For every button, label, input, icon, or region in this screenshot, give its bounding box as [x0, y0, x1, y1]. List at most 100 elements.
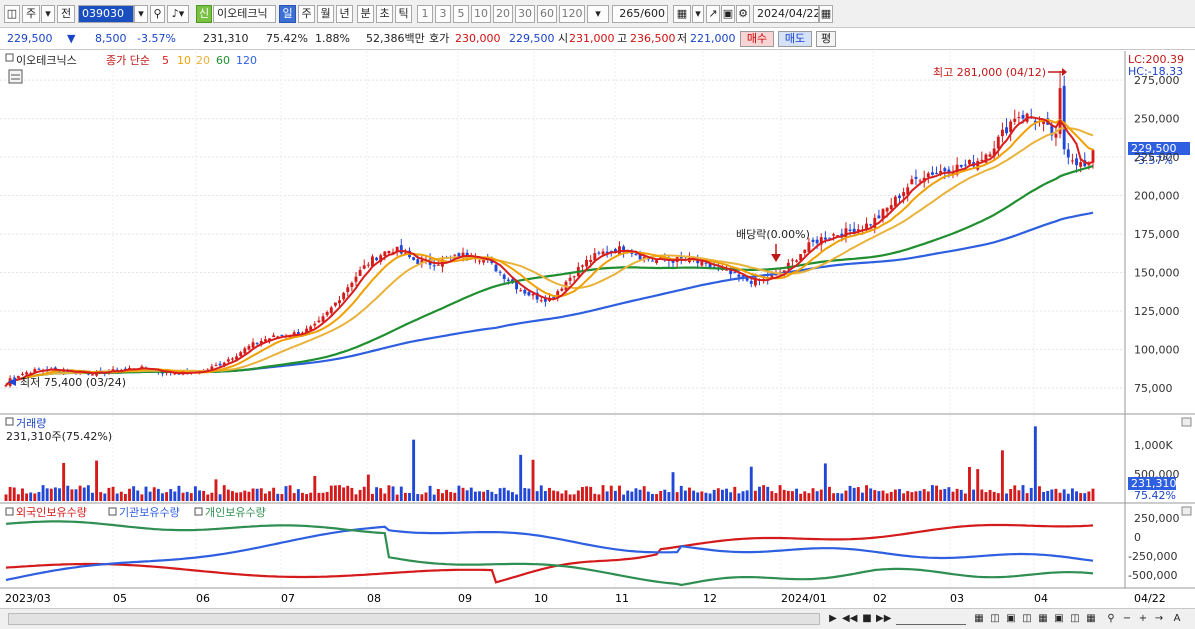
volume-bar [889, 491, 893, 501]
minute-120[interactable]: 120 [559, 5, 585, 23]
minute-3[interactable]: 3 [435, 5, 451, 23]
minute-10[interactable]: 10 [471, 5, 491, 23]
layout-icon-7[interactable]: ◫ [1068, 612, 1082, 626]
zoom-slider[interactable] [896, 614, 966, 625]
volume-bar [930, 485, 934, 501]
speaker-icon[interactable]: ♪▾ [167, 5, 189, 23]
volume-bar [263, 493, 267, 501]
candle-body [795, 260, 798, 262]
minute-30[interactable]: 30 [515, 5, 535, 23]
volume-bar [1054, 488, 1058, 501]
volume-bar [704, 492, 708, 501]
volume-bar [585, 486, 588, 501]
candle-body [247, 345, 251, 350]
ma5-legend: 5 [162, 54, 169, 67]
interval-dropdown-icon[interactable]: ▾ [587, 5, 609, 23]
period-day[interactable]: 일 [279, 5, 296, 23]
candle-body [333, 302, 337, 306]
avg-button[interactable]: 평 [816, 31, 836, 47]
last-page-icon[interactable]: ▶▶ [876, 612, 891, 626]
holder-pane-close-icon[interactable] [1181, 506, 1192, 516]
type-select-1[interactable]: 주 [22, 5, 40, 23]
layout-icon-3[interactable]: ▣ [1004, 612, 1018, 626]
holder-y-tick-neg250k: -250,000 [1128, 550, 1177, 563]
volume-bar [259, 488, 263, 501]
arrow-right-icon[interactable]: → [1152, 612, 1166, 626]
candle-body [354, 276, 358, 282]
layout-icon-1[interactable]: ▦ [972, 612, 986, 626]
candle-body [996, 136, 1000, 149]
stock-name-field[interactable]: 이오테크닉 [213, 5, 276, 23]
volume-bar [1017, 490, 1021, 501]
volume-bar [692, 490, 696, 501]
layout-icon-5[interactable]: ▦ [1036, 612, 1050, 626]
volume-bar [45, 488, 49, 501]
minute-5[interactable]: 5 [453, 5, 469, 23]
scroll-right-icon[interactable]: ▶ [826, 612, 840, 626]
volume-bar [795, 488, 798, 501]
calendar-icon[interactable]: ▦ [819, 5, 833, 23]
font-size-icon[interactable]: A [1170, 612, 1184, 626]
period-second[interactable]: 초 [376, 5, 393, 23]
layout-icon-6[interactable]: ▣ [1052, 612, 1066, 626]
first-page-icon[interactable]: ◀◀ [842, 612, 857, 626]
candle-style-icon[interactable]: ▦ [673, 5, 691, 23]
layout-icon-8[interactable]: ▦ [1084, 612, 1098, 626]
stock-chart-svg[interactable]: 이오테크닉스 종가 단순 5 10 20 60 120 LC:200.39 HC… [0, 51, 1195, 608]
line-draw-icon[interactable]: ↗ [706, 5, 720, 23]
candle-body [325, 311, 329, 316]
search-icon[interactable]: ⚲ [150, 5, 165, 23]
candle-body [1066, 149, 1070, 158]
calculator-icon[interactable] [8, 69, 23, 84]
x-label-09: 09 [458, 592, 472, 605]
minute-20[interactable]: 20 [493, 5, 513, 23]
style-dropdown-icon[interactable]: ▾ [692, 5, 704, 23]
volume-pane-close-icon[interactable] [1181, 417, 1192, 427]
search-icon-bottom[interactable]: ⚲ [1104, 612, 1118, 626]
candle-body [580, 265, 584, 267]
period-month[interactable]: 월 [317, 5, 334, 23]
sell-button[interactable]: 매도 [778, 31, 812, 47]
volume-bar [865, 485, 868, 501]
minute-60[interactable]: 60 [537, 5, 557, 23]
layout-icon-2[interactable]: ◫ [988, 612, 1002, 626]
volume-bar [123, 493, 127, 501]
volume-y-tick-1000k: 1,000K [1134, 439, 1173, 452]
zoom-out-icon[interactable]: − [1120, 612, 1134, 626]
chart-area[interactable]: 이오테크닉스 종가 단순 5 10 20 60 120 LC:200.39 HC… [0, 51, 1195, 608]
volume-bar [453, 492, 457, 501]
stock-code-input[interactable]: 039030 [78, 5, 134, 23]
horizontal-scrollbar[interactable] [8, 613, 820, 625]
volume-bar [8, 486, 12, 501]
candle-body [1075, 158, 1078, 166]
data-count-total: /600 [640, 7, 665, 20]
code-dropdown-icon[interactable]: ▾ [134, 5, 148, 23]
candle-body [362, 265, 366, 269]
data-count[interactable]: 265/600 [612, 5, 668, 23]
period-week[interactable]: 주 [298, 5, 315, 23]
candle-body [523, 289, 527, 294]
zoom-in-icon[interactable]: + [1136, 612, 1150, 626]
candle-body [478, 260, 481, 262]
type-dropdown-icon[interactable]: ▾ [41, 5, 55, 23]
buy-button[interactable]: 매수 [740, 31, 774, 47]
menu-icon[interactable]: ◫ [4, 5, 20, 23]
minute-1[interactable]: 1 [417, 5, 433, 23]
volume-bar [255, 488, 259, 501]
stop-icon[interactable]: ■ [860, 612, 874, 626]
candle-body [280, 334, 284, 336]
gear-icon[interactable]: ⚙ [736, 5, 750, 23]
volume-bar [161, 493, 164, 501]
date-input[interactable]: 2024/04/22 [753, 5, 819, 23]
layout-icon-4[interactable]: ◫ [1020, 612, 1034, 626]
volume-bar [313, 475, 317, 501]
volume-bar [906, 490, 910, 501]
candle-body [552, 296, 556, 298]
type-select-2[interactable]: 전 [57, 5, 75, 23]
period-minute[interactable]: 분 [357, 5, 374, 23]
period-tick[interactable]: 틱 [395, 5, 412, 23]
save-icon[interactable]: ▣ [721, 5, 735, 23]
volume-bar [811, 488, 815, 501]
open-label: 시 [558, 32, 569, 45]
period-year[interactable]: 년 [336, 5, 353, 23]
